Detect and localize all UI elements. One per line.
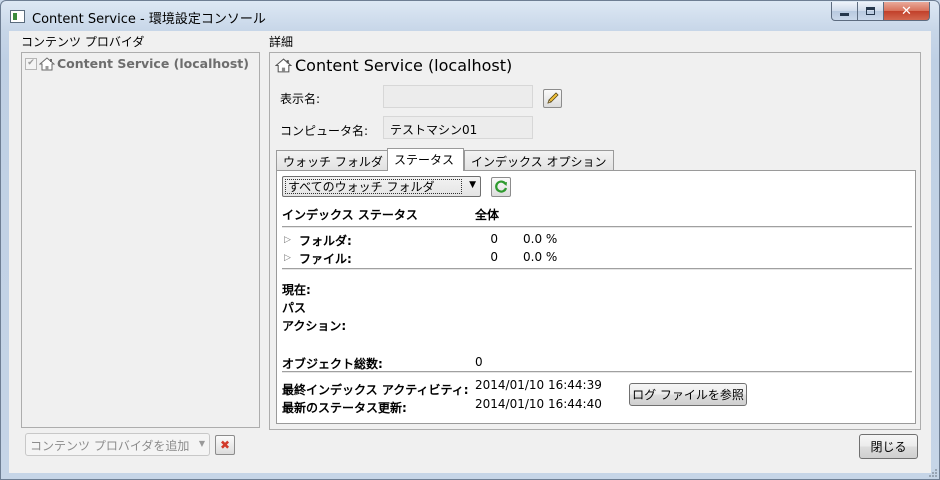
folders-count: 0 [490,232,498,246]
computer-name-label: コンピュータ名: [280,124,369,138]
details-panel: Content Service (localhost) 表示名: コンピュータ名… [269,52,921,430]
chevron-down-icon: ▼ [469,180,476,190]
divider [282,226,912,228]
pencil-icon [547,92,559,104]
refresh-button[interactable] [491,177,511,197]
chevron-down-icon: ▼ [198,439,205,448]
client-area: コンテンツ プロバイダ ✔ Content Service (localhost… [9,31,931,473]
watch-folder-select-value: すべてのウォッチ フォルダ [285,179,462,194]
close-button[interactable]: 閉じる [859,434,918,459]
status-tab-content: すべてのウォッチ フォルダ ▼ インデックス ステータス 全体 ▷ フォルダ: … [276,170,916,424]
home-icon [275,58,292,73]
close-window-button[interactable]: ✕ [884,2,930,21]
tab-watch-folders[interactable]: ウォッチ フォルダ [276,150,388,170]
details-heading: Content Service (localhost) [275,56,512,75]
maximize-button[interactable] [858,2,884,21]
minimize-icon [840,12,849,16]
divider [282,371,912,373]
check-icon: ✔ [27,58,35,68]
app-icon [10,10,25,23]
delete-provider-button[interactable]: ✖ [215,435,235,455]
expand-files-icon[interactable]: ▷ [284,253,291,263]
total-objects-label: オブジェクト総数: [282,357,383,371]
index-status-header: インデックス ステータス [282,208,418,222]
refresh-icon [495,180,508,193]
display-name-field[interactable] [383,85,533,108]
display-name-label: 表示名: [280,92,321,106]
view-log-button[interactable]: ログ ファイルを参照 [629,383,747,406]
provider-label: Content Service (localhost) [57,56,249,71]
minimize-button[interactable] [831,2,858,21]
folders-percent: 0.0 % [523,232,558,246]
last-status-label: 最新のステータス更新: [282,401,407,415]
provider-item[interactable]: ✔ Content Service (localhost) [25,56,249,71]
close-label: 閉じる [870,440,907,454]
last-activity-label: 最終インデックス アクティビティ: [282,383,469,397]
tab-status[interactable]: ステータス [387,148,464,171]
provider-checkbox[interactable]: ✔ [25,57,37,70]
main-window: Content Service - 環境設定コンソール ✕ コンテンツ プロバイ… [0,0,940,480]
last-activity-value: 2014/01/10 16:44:39 [475,378,602,392]
resize-grip-icon[interactable] [928,468,938,478]
computer-name-field: テストマシン01 [383,116,533,139]
edit-display-name-button[interactable] [543,89,562,108]
files-label: ファイル: [299,252,352,266]
providers-header: コンテンツ プロバイダ [21,35,145,49]
total-objects-value: 0 [475,355,483,369]
files-count: 0 [490,250,498,264]
last-status-value: 2014/01/10 16:44:40 [475,397,602,411]
watch-folder-select[interactable]: すべてのウォッチ フォルダ ▼ [282,176,481,197]
provider-list: ✔ Content Service (localhost) [21,52,260,428]
details-header: 詳細 [269,35,294,49]
title-bar[interactable]: Content Service - 環境設定コンソール ✕ [1,1,939,31]
close-icon: ✕ [901,3,912,19]
window-controls: ✕ [831,2,930,21]
path-label: パス [282,301,307,315]
maximize-icon [866,7,875,15]
current-label: 現在: [282,283,311,297]
window-title: Content Service - 環境設定コンソール [32,12,266,27]
total-header: 全体 [475,208,500,222]
add-provider-dropdown[interactable]: コンテンツ プロバイダを追加 ▼ [25,433,210,456]
tab-index-options[interactable]: インデックス オプション [464,150,614,170]
home-icon [39,56,55,70]
expand-folders-icon[interactable]: ▷ [284,235,291,245]
folders-label: フォルダ: [299,234,352,248]
divider [282,268,912,270]
action-label: アクション: [282,319,347,333]
delete-icon: ✖ [219,438,231,452]
view-log-label: ログ ファイルを参照 [632,388,744,402]
add-provider-label: コンテンツ プロバイダを追加 [30,439,190,453]
files-percent: 0.0 % [523,250,558,264]
details-title: Content Service (localhost) [295,56,513,75]
